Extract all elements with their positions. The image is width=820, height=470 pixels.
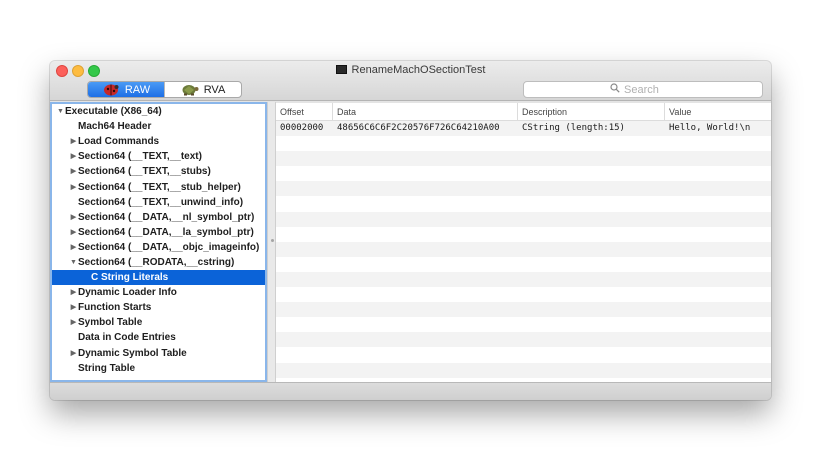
empty-row bbox=[276, 196, 771, 211]
column-header-value[interactable]: Value bbox=[665, 103, 771, 121]
sidebar-item-label: Mach64 Header bbox=[78, 121, 152, 133]
sidebar-item-label: Data in Code Entries bbox=[78, 332, 176, 344]
sidebar-item[interactable]: ▶ Load Commands bbox=[52, 134, 265, 149]
sidebar-item[interactable]: ▶ Section64 (__TEXT,__stubs) bbox=[52, 164, 265, 179]
empty-row bbox=[276, 227, 771, 242]
divider-grip-icon bbox=[271, 239, 274, 242]
sidebar-item-label: Dynamic Loader Info bbox=[78, 287, 177, 299]
table-cell: CString (length:15) bbox=[522, 123, 625, 133]
sidebar-item-label: Symbol Table bbox=[78, 317, 143, 329]
disclosure-expanded-icon[interactable]: ▼ bbox=[69, 255, 78, 270]
empty-row bbox=[276, 362, 771, 378]
empty-row bbox=[276, 181, 771, 197]
disclosure-collapsed-icon[interactable]: ▶ bbox=[69, 210, 78, 225]
sidebar-item[interactable]: Section64 (__TEXT,__unwind_info) bbox=[52, 195, 265, 210]
document-icon bbox=[335, 65, 347, 74]
disclosure-collapsed-icon[interactable]: ▶ bbox=[69, 134, 78, 149]
table-cell: 48656C6C6F2C20576F726C64210A00 bbox=[337, 123, 500, 133]
disclosure-collapsed-icon[interactable]: ▶ bbox=[69, 164, 78, 179]
turtle-icon bbox=[181, 83, 199, 96]
search-field[interactable] bbox=[523, 81, 763, 98]
sidebar-item-label: Section64 (__TEXT,__unwind_info) bbox=[78, 196, 244, 208]
sidebar-item-label: Section64 (__DATA,__la_symbol_ptr) bbox=[78, 226, 254, 238]
sidebar-item-label: Section64 (__TEXT,__stubs) bbox=[78, 166, 211, 178]
disclosure-collapsed-icon[interactable]: ▶ bbox=[69, 180, 78, 195]
address-mode-segmented-control[interactable]: RAW RVA bbox=[87, 81, 242, 98]
empty-row bbox=[276, 317, 771, 332]
disclosure-collapsed-icon[interactable]: ▶ bbox=[69, 285, 78, 300]
column-header-offset[interactable]: Offset bbox=[276, 103, 333, 121]
sidebar-item-label: Function Starts bbox=[78, 302, 152, 314]
app-window: RenameMachOSectionTest RAW RVA ▼Executab bbox=[50, 61, 771, 400]
sidebar-item-label: Section64 (__RODATA,__cstring) bbox=[78, 256, 235, 268]
sidebar-item-label: Load Commands bbox=[78, 136, 160, 148]
empty-row bbox=[276, 257, 771, 272]
sidebar-item[interactable]: Data in Code Entries bbox=[52, 330, 265, 345]
sidebar-item-label: Section64 (__DATA,__nl_symbol_ptr) bbox=[78, 211, 255, 223]
sidebar-item-label: Executable (X86_64) bbox=[65, 106, 162, 118]
disclosure-collapsed-icon[interactable]: ▶ bbox=[69, 225, 78, 240]
sidebar-item[interactable]: ▶ Section64 (__DATA,__la_symbol_ptr) bbox=[52, 225, 265, 240]
raw-segment[interactable]: RAW bbox=[88, 82, 164, 97]
empty-row bbox=[276, 332, 771, 348]
empty-row bbox=[276, 271, 771, 288]
ladybug-icon bbox=[102, 83, 120, 96]
sidebar-item[interactable]: C String Literals bbox=[52, 270, 265, 286]
sidebar-item[interactable]: Mach64 Header bbox=[52, 119, 265, 134]
titlebar[interactable]: RenameMachOSectionTest RAW RVA bbox=[50, 61, 771, 101]
disclosure-collapsed-icon[interactable]: ▶ bbox=[69, 346, 78, 361]
empty-row bbox=[276, 302, 771, 318]
window-title-text: RenameMachOSectionTest bbox=[351, 64, 486, 76]
sidebar-item[interactable]: ▼ Section64 (__RODATA,__cstring) bbox=[52, 255, 265, 270]
empty-row bbox=[276, 151, 771, 167]
sidebar-item[interactable]: String Table bbox=[52, 361, 265, 376]
sidebar-item[interactable]: ▶ Section64 (__DATA,__nl_symbol_ptr) bbox=[52, 210, 265, 225]
empty-row bbox=[276, 166, 771, 181]
sidebar-item-label: C String Literals bbox=[91, 272, 169, 284]
table-row[interactable]: 00002000 48656C6C6F2C20576F726C64210A00 CS… bbox=[276, 121, 771, 137]
table-body: 00002000 48656C6C6F2C20576F726C64210A00 CS… bbox=[276, 121, 771, 378]
disclosure-collapsed-icon[interactable]: ▶ bbox=[69, 240, 78, 255]
disclosure-collapsed-icon[interactable]: ▶ bbox=[69, 315, 78, 330]
sidebar-item[interactable]: ▶ Dynamic Symbol Table bbox=[52, 346, 265, 361]
window-title: RenameMachOSectionTest bbox=[50, 64, 771, 76]
sidebar-item-label: Section64 (__TEXT,__text) bbox=[78, 151, 202, 163]
status-bar bbox=[50, 382, 771, 400]
rva-segment[interactable]: RVA bbox=[164, 82, 241, 97]
sidebar-item-label: Section64 (__DATA,__objc_imageinfo) bbox=[78, 241, 260, 253]
data-table[interactable]: Offset Data Description Value 00002000 48… bbox=[276, 103, 771, 382]
empty-row bbox=[276, 241, 771, 257]
table-cell: Hello, World!\n bbox=[669, 123, 751, 133]
sidebar-item-label: String Table bbox=[78, 362, 136, 374]
sidebar-item[interactable]: ▶ Section64 (__TEXT,__stub_helper) bbox=[52, 179, 265, 194]
sidebar-item[interactable]: ▶ Section64 (__DATA,__objc_imageinfo) bbox=[52, 240, 265, 255]
sidebar-item-label: Dynamic Symbol Table bbox=[78, 347, 187, 359]
table-cell: 00002000 bbox=[280, 123, 324, 133]
split-view-divider[interactable] bbox=[267, 102, 276, 382]
empty-row bbox=[276, 136, 771, 151]
disclosure-collapsed-icon[interactable]: ▶ bbox=[69, 300, 78, 315]
disclosure-expanded-icon[interactable]: ▼ bbox=[56, 104, 65, 119]
search-icon bbox=[610, 83, 620, 96]
raw-segment-label: RAW bbox=[124, 83, 151, 96]
disclosure-collapsed-icon[interactable]: ▶ bbox=[69, 149, 78, 164]
sidebar-item[interactable]: ▶ Section64 (__TEXT,__text) bbox=[52, 149, 265, 164]
empty-row bbox=[276, 211, 771, 227]
empty-row bbox=[276, 347, 771, 362]
sidebar-item-label: Section64 (__TEXT,__stub_helper) bbox=[78, 181, 241, 193]
column-header-data[interactable]: Data bbox=[333, 103, 518, 121]
sidebar-item[interactable]: ▶ Function Starts bbox=[52, 300, 265, 315]
column-header-description[interactable]: Description bbox=[518, 103, 665, 121]
sidebar-item[interactable]: ▶ Symbol Table bbox=[52, 315, 265, 330]
table-header: Offset Data Description Value bbox=[276, 103, 771, 121]
empty-row bbox=[276, 287, 771, 302]
sidebar-item[interactable]: ▼ Executable (X86_64) bbox=[52, 104, 265, 119]
rva-segment-label: RVA bbox=[203, 83, 226, 96]
structure-outline[interactable]: ▼ Executable (X86_64) Mach64 Header ▶ Load C… bbox=[50, 102, 267, 382]
sidebar-item[interactable]: ▶ Dynamic Loader Info bbox=[52, 285, 265, 300]
search-input[interactable] bbox=[624, 83, 676, 96]
